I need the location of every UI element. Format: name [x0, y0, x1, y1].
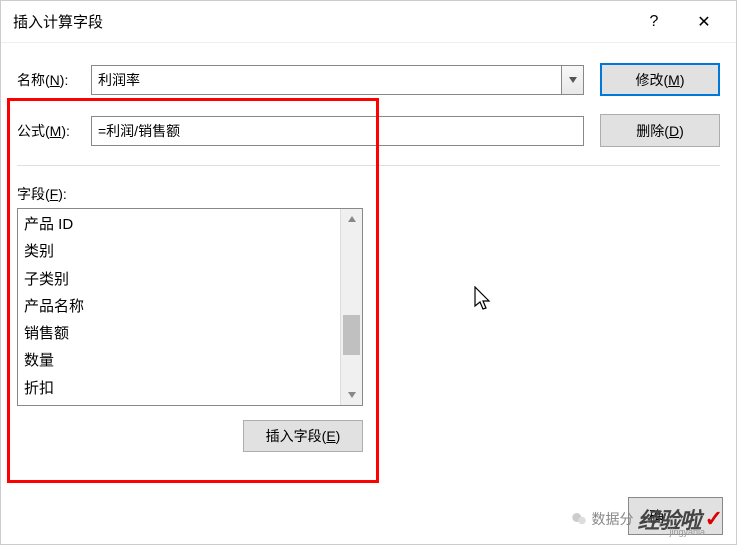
- formula-label: 公式(M):: [17, 121, 91, 141]
- list-item[interactable]: 产品名称: [22, 293, 336, 320]
- fields-section: 字段(F): 产品 ID 类别 子类别 产品名称 销售额 数量 折扣 利润: [17, 184, 720, 452]
- title-bar: 插入计算字段 ? ✕: [1, 1, 736, 43]
- close-button[interactable]: ✕: [684, 12, 724, 32]
- name-row: 名称(N): 修改(M): [17, 63, 720, 96]
- list-item[interactable]: 销售额: [22, 320, 336, 347]
- insert-field-button[interactable]: 插入字段(E): [243, 420, 363, 452]
- dialog-title: 插入计算字段: [13, 11, 634, 32]
- fields-listbox[interactable]: 产品 ID 类别 子类别 产品名称 销售额 数量 折扣 利润: [17, 208, 363, 406]
- chevron-up-icon: [348, 216, 356, 222]
- chevron-down-icon: [569, 77, 577, 83]
- list-item[interactable]: 子类别: [22, 266, 336, 293]
- scroll-track[interactable]: [341, 229, 362, 385]
- chevron-down-icon: [348, 392, 356, 398]
- formula-row: 公式(M): 删除(D): [17, 114, 720, 147]
- wechat-icon: [570, 510, 588, 528]
- formula-input[interactable]: [91, 116, 584, 146]
- scroll-up-arrow[interactable]: [341, 209, 362, 229]
- help-button[interactable]: ?: [634, 13, 674, 31]
- dialog-content: 名称(N): 修改(M) 公式(M): 删除(D): [1, 43, 736, 462]
- list-item[interactable]: 类别: [22, 238, 336, 265]
- name-combobox[interactable]: [91, 65, 584, 95]
- ok-button[interactable]: 确: [628, 497, 723, 535]
- list-item[interactable]: 折扣: [22, 375, 336, 402]
- fields-list[interactable]: 产品 ID 类别 子类别 产品名称 销售额 数量 折扣 利润: [18, 209, 340, 405]
- list-item[interactable]: 数量: [22, 347, 336, 374]
- list-item[interactable]: 产品 ID: [22, 211, 336, 238]
- modify-button[interactable]: 修改(M): [600, 63, 720, 96]
- fields-label: 字段(F):: [17, 184, 720, 204]
- name-label: 名称(N):: [17, 70, 91, 90]
- separator: [17, 165, 720, 166]
- scroll-down-arrow[interactable]: [341, 385, 362, 405]
- name-input[interactable]: [92, 66, 561, 94]
- delete-button[interactable]: 删除(D): [600, 114, 720, 147]
- insert-field-row: 插入字段(E): [17, 420, 363, 452]
- list-item[interactable]: 利润: [22, 402, 336, 405]
- scroll-thumb[interactable]: [343, 315, 360, 355]
- scrollbar[interactable]: [340, 209, 362, 405]
- insert-calculated-field-dialog: 插入计算字段 ? ✕ 名称(N): 修改(M) 公式(M):: [0, 0, 737, 545]
- name-dropdown-button[interactable]: [561, 66, 583, 94]
- bottom-bar: 确: [628, 497, 723, 535]
